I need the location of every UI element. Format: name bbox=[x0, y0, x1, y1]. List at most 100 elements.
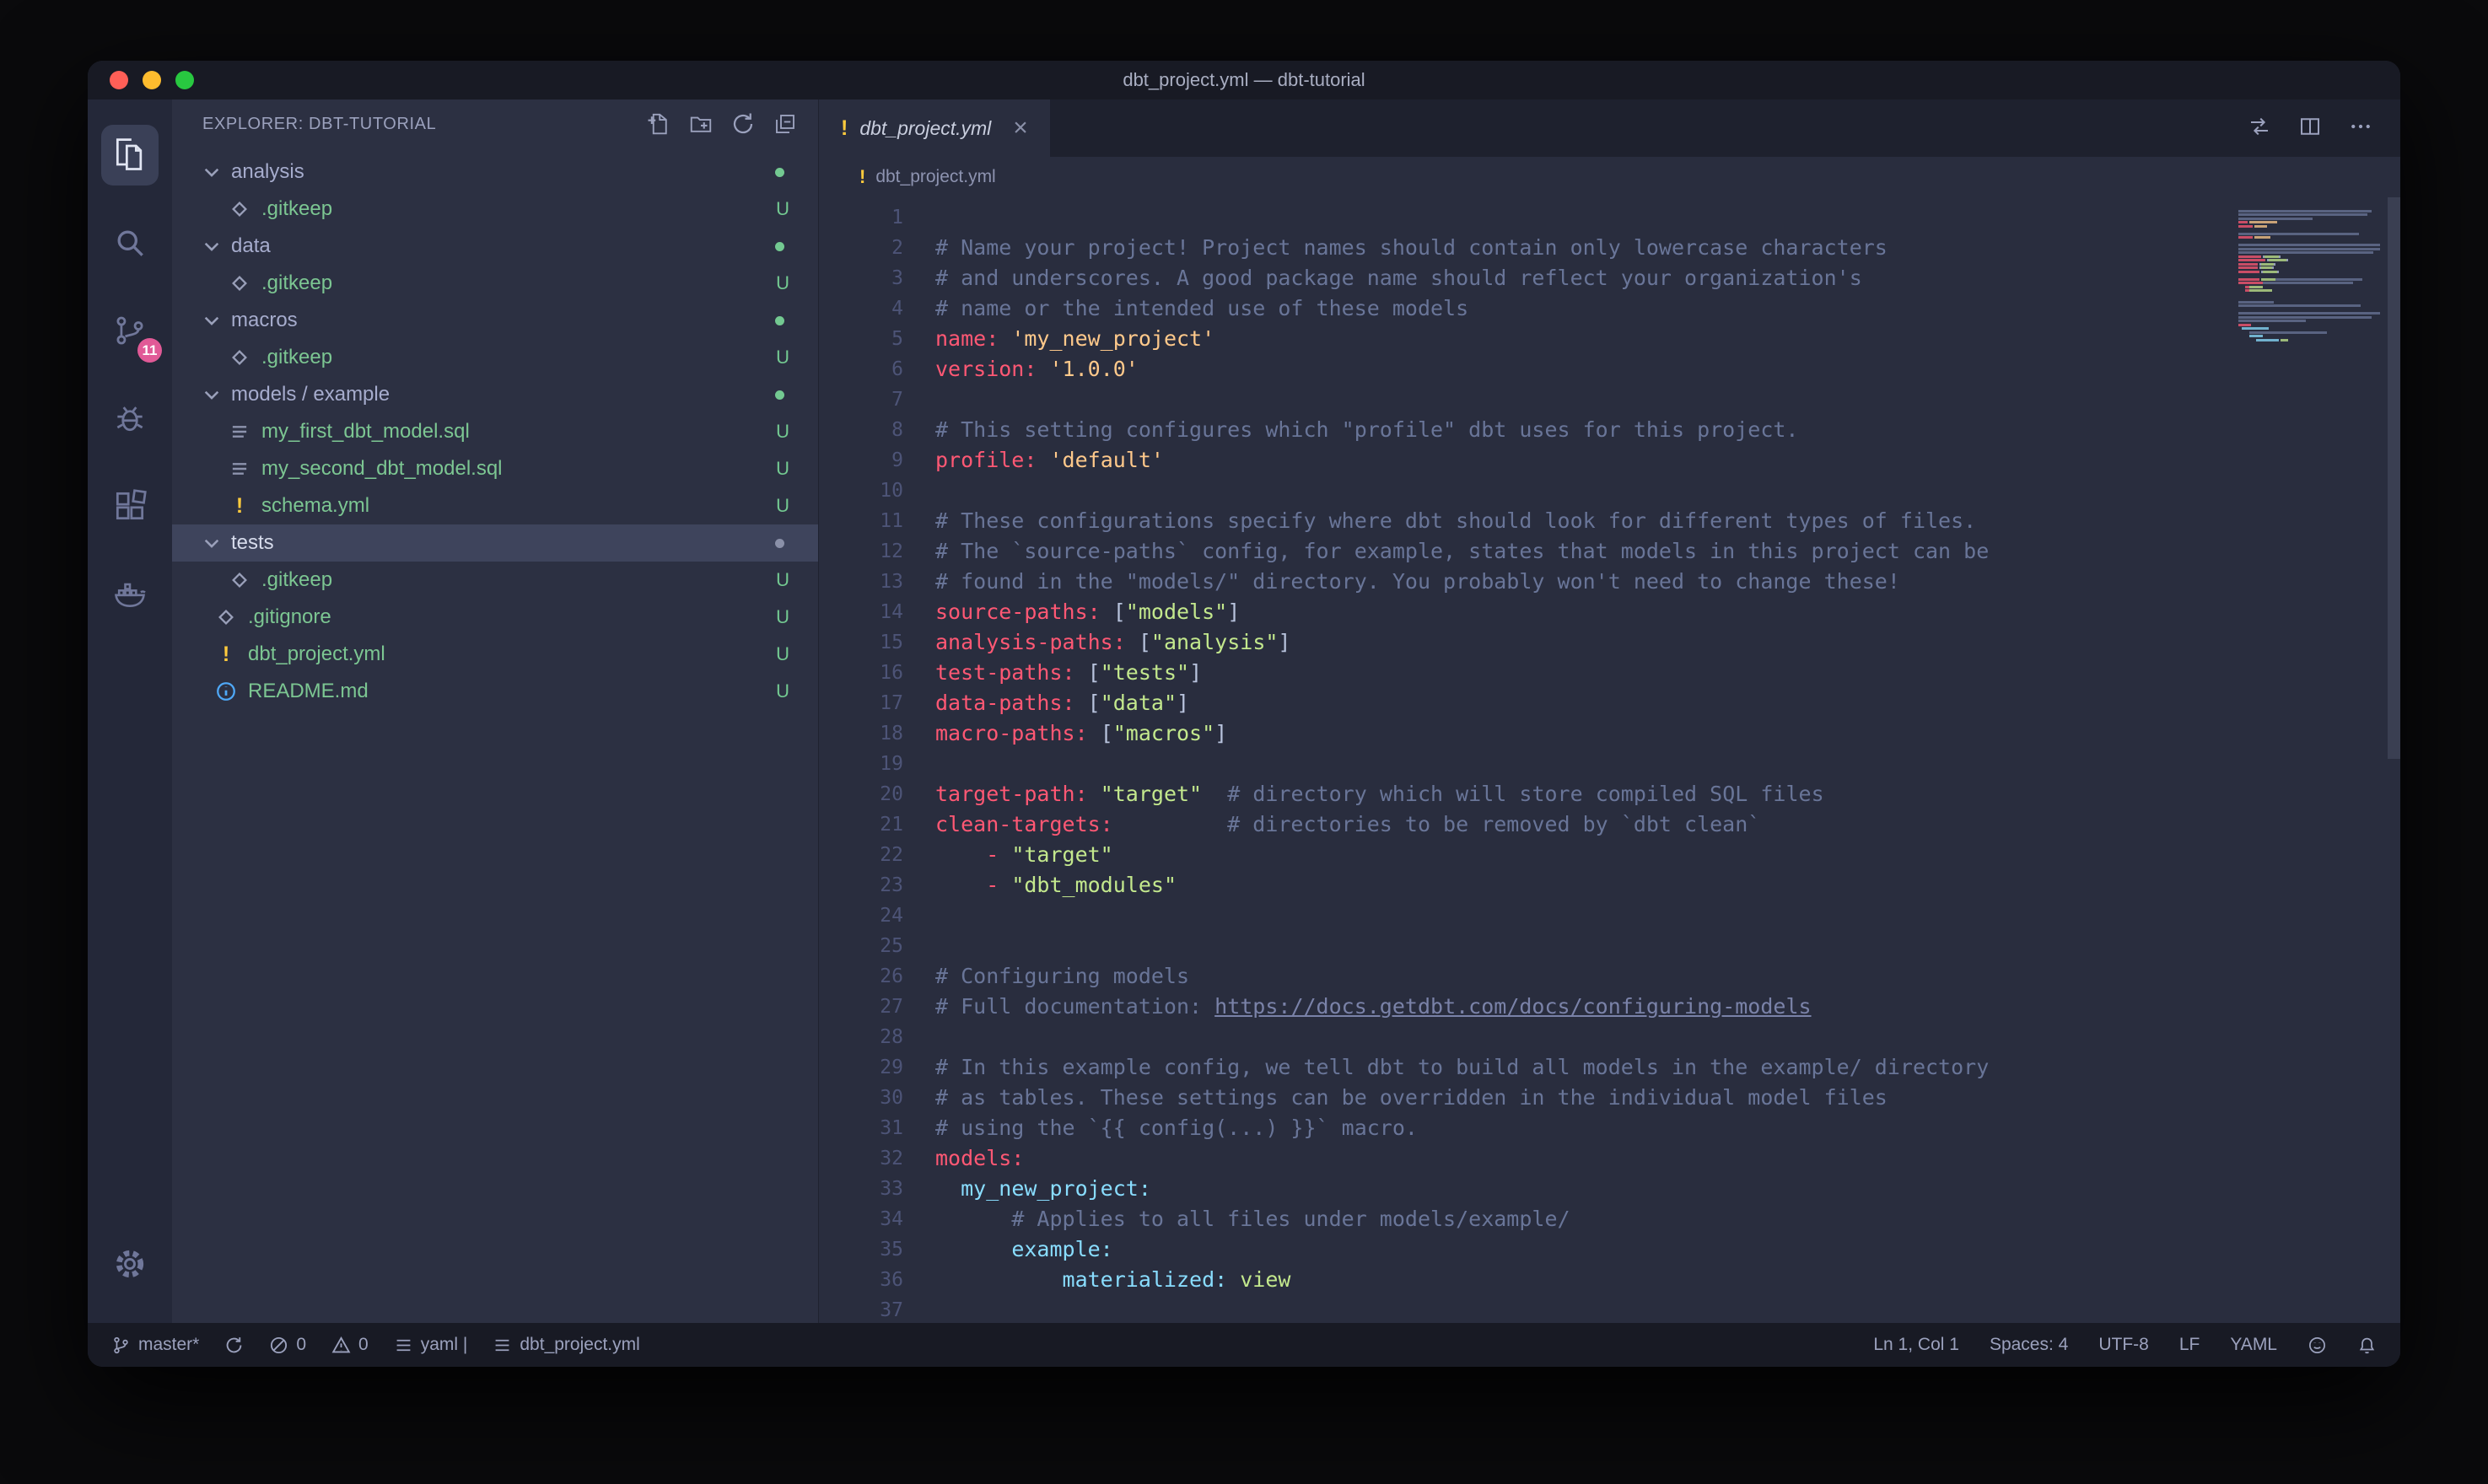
code-line[interactable]: 9profile: 'default' bbox=[819, 445, 2400, 476]
new-file-icon[interactable] bbox=[646, 111, 671, 137]
git-branch-item[interactable]: master* bbox=[111, 1335, 199, 1355]
code-line[interactable]: 18macro-paths: ["macros"] bbox=[819, 718, 2400, 749]
feedback-smiley-icon[interactable] bbox=[2308, 1336, 2327, 1355]
tree-row[interactable]: macros bbox=[172, 302, 818, 339]
sync-changes-icon[interactable] bbox=[224, 1336, 244, 1355]
notifications-bell-icon[interactable] bbox=[2357, 1336, 2377, 1355]
tree-row[interactable]: data bbox=[172, 228, 818, 265]
code-line[interactable]: 4# name or the intended use of these mod… bbox=[819, 293, 2400, 324]
code-line[interactable]: 22 - "target" bbox=[819, 840, 2400, 870]
minimize-window-button[interactable] bbox=[143, 71, 161, 89]
code-line[interactable]: 5name: 'my_new_project' bbox=[819, 324, 2400, 354]
language-id[interactable]: YAML bbox=[2230, 1335, 2277, 1355]
language-mode-item[interactable]: yaml | bbox=[394, 1335, 468, 1355]
scrollbar[interactable] bbox=[2388, 197, 2400, 759]
code-line[interactable]: 28 bbox=[819, 1022, 2400, 1052]
code-line[interactable]: 13# found in the "models/" directory. Yo… bbox=[819, 567, 2400, 597]
code-line[interactable]: 15analysis-paths: ["analysis"] bbox=[819, 627, 2400, 658]
code-line[interactable]: 2# Name your project! Project names shou… bbox=[819, 233, 2400, 263]
tree-row[interactable]: tests bbox=[172, 524, 818, 562]
code-line[interactable]: 20target-path: "target" # directory whic… bbox=[819, 779, 2400, 809]
tree-row[interactable]: .gitignoreU bbox=[172, 599, 818, 636]
docker-icon[interactable] bbox=[88, 550, 172, 637]
titlebar[interactable]: dbt_project.yml — dbt-tutorial bbox=[88, 61, 2400, 99]
code-line[interactable]: 21clean-targets: # directories to be rem… bbox=[819, 809, 2400, 840]
close-tab-icon[interactable]: × bbox=[1013, 116, 1028, 141]
tree-row[interactable]: .gitkeepU bbox=[172, 265, 818, 302]
tree-row[interactable]: .gitkeepU bbox=[172, 339, 818, 376]
settings-gear-icon[interactable] bbox=[88, 1220, 172, 1308]
indentation[interactable]: Spaces: 4 bbox=[1990, 1335, 2068, 1355]
code-text: example: bbox=[935, 1234, 1113, 1265]
code-line[interactable]: 33 my_new_project: bbox=[819, 1174, 2400, 1204]
source-control-icon[interactable]: 11 bbox=[88, 287, 172, 374]
code-line[interactable]: 1 bbox=[819, 202, 2400, 233]
open-changes-icon[interactable] bbox=[2247, 114, 2272, 143]
close-window-button[interactable] bbox=[110, 71, 128, 89]
code-line[interactable]: 24 bbox=[819, 901, 2400, 931]
code-line[interactable]: 36 materialized: view bbox=[819, 1265, 2400, 1295]
explorer-icon[interactable] bbox=[88, 111, 172, 199]
code-line[interactable]: 35 example: bbox=[819, 1234, 2400, 1265]
code-line[interactable]: 37 bbox=[819, 1295, 2400, 1323]
tree-row[interactable]: !schema.ymlU bbox=[172, 487, 818, 524]
code-line[interactable]: 30# as tables. These settings can be ove… bbox=[819, 1083, 2400, 1113]
new-folder-icon[interactable] bbox=[688, 111, 714, 137]
minimap[interactable] bbox=[2238, 206, 2380, 347]
breadcrumb[interactable]: ! dbt_project.yml bbox=[819, 157, 2400, 197]
extensions-icon[interactable] bbox=[88, 462, 172, 550]
code-line[interactable]: 11# These configurations specify where d… bbox=[819, 506, 2400, 536]
code-line[interactable]: 8# This setting configures which "profil… bbox=[819, 415, 2400, 445]
code-line[interactable]: 31# using the `{{ config(...) }}` macro. bbox=[819, 1113, 2400, 1143]
debug-icon[interactable] bbox=[88, 374, 172, 462]
code-text: version: '1.0.0' bbox=[935, 354, 1139, 384]
code-line[interactable]: 3# and underscores. A good package name … bbox=[819, 263, 2400, 293]
cursor-position[interactable]: Ln 1, Col 1 bbox=[1873, 1335, 1959, 1355]
code-line[interactable]: 26# Configuring models bbox=[819, 961, 2400, 992]
tree-row[interactable]: .gitkeepU bbox=[172, 562, 818, 599]
line-number: 30 bbox=[819, 1083, 903, 1113]
line-number: 8 bbox=[819, 415, 903, 445]
code-line[interactable]: 32models: bbox=[819, 1143, 2400, 1174]
code-line[interactable]: 12# The `source-paths` config, for examp… bbox=[819, 536, 2400, 567]
minimap-line bbox=[2238, 339, 2380, 341]
code-line[interactable]: 27# Full documentation: https://docs.get… bbox=[819, 992, 2400, 1022]
tree-row[interactable]: models / example bbox=[172, 376, 818, 413]
tree-row[interactable]: .gitkeepU bbox=[172, 191, 818, 228]
code-line[interactable]: 7 bbox=[819, 384, 2400, 415]
tab-dbt-project-yml[interactable]: ! dbt_project.yml × bbox=[819, 99, 1050, 157]
tree-row[interactable]: !dbt_project.ymlU bbox=[172, 636, 818, 673]
zoom-window-button[interactable] bbox=[175, 71, 194, 89]
code-line[interactable]: 14source-paths: ["models"] bbox=[819, 597, 2400, 627]
code-line[interactable]: 25 bbox=[819, 931, 2400, 961]
minimap-line bbox=[2238, 331, 2380, 334]
tree-row[interactable]: my_first_dbt_model.sqlU bbox=[172, 413, 818, 450]
encoding[interactable]: UTF-8 bbox=[2098, 1335, 2149, 1355]
code-line[interactable]: 29# In this example config, we tell dbt … bbox=[819, 1052, 2400, 1083]
warnings-item[interactable]: 0 bbox=[331, 1335, 369, 1355]
code-editor[interactable]: 12# Name your project! Project names sho… bbox=[819, 197, 2400, 1323]
tree-row[interactable]: README.mdU bbox=[172, 673, 818, 710]
minimap-line bbox=[2238, 301, 2380, 304]
tree-row[interactable]: analysis bbox=[172, 153, 818, 191]
branch-label: master* bbox=[138, 1335, 199, 1355]
code-line[interactable]: 16test-paths: ["tests"] bbox=[819, 658, 2400, 688]
tree-row[interactable]: my_second_dbt_model.sqlU bbox=[172, 450, 818, 487]
code-line[interactable]: 10 bbox=[819, 476, 2400, 506]
git-diamond-icon bbox=[228, 568, 251, 592]
line-number: 7 bbox=[819, 384, 903, 415]
errors-item[interactable]: 0 bbox=[269, 1335, 306, 1355]
more-actions-icon[interactable] bbox=[2348, 114, 2373, 143]
minimap-line bbox=[2238, 324, 2380, 326]
active-file-item[interactable]: dbt_project.yml bbox=[493, 1335, 639, 1355]
split-editor-icon[interactable] bbox=[2297, 114, 2323, 143]
code-line[interactable]: 19 bbox=[819, 749, 2400, 779]
search-icon[interactable] bbox=[88, 199, 172, 287]
eol-sequence[interactable]: LF bbox=[2179, 1335, 2200, 1355]
code-line[interactable]: 23 - "dbt_modules" bbox=[819, 870, 2400, 901]
collapse-all-icon[interactable] bbox=[773, 111, 798, 137]
code-line[interactable]: 6version: '1.0.0' bbox=[819, 354, 2400, 384]
code-line[interactable]: 34 # Applies to all files under models/e… bbox=[819, 1204, 2400, 1234]
refresh-icon[interactable] bbox=[730, 111, 756, 137]
code-line[interactable]: 17data-paths: ["data"] bbox=[819, 688, 2400, 718]
